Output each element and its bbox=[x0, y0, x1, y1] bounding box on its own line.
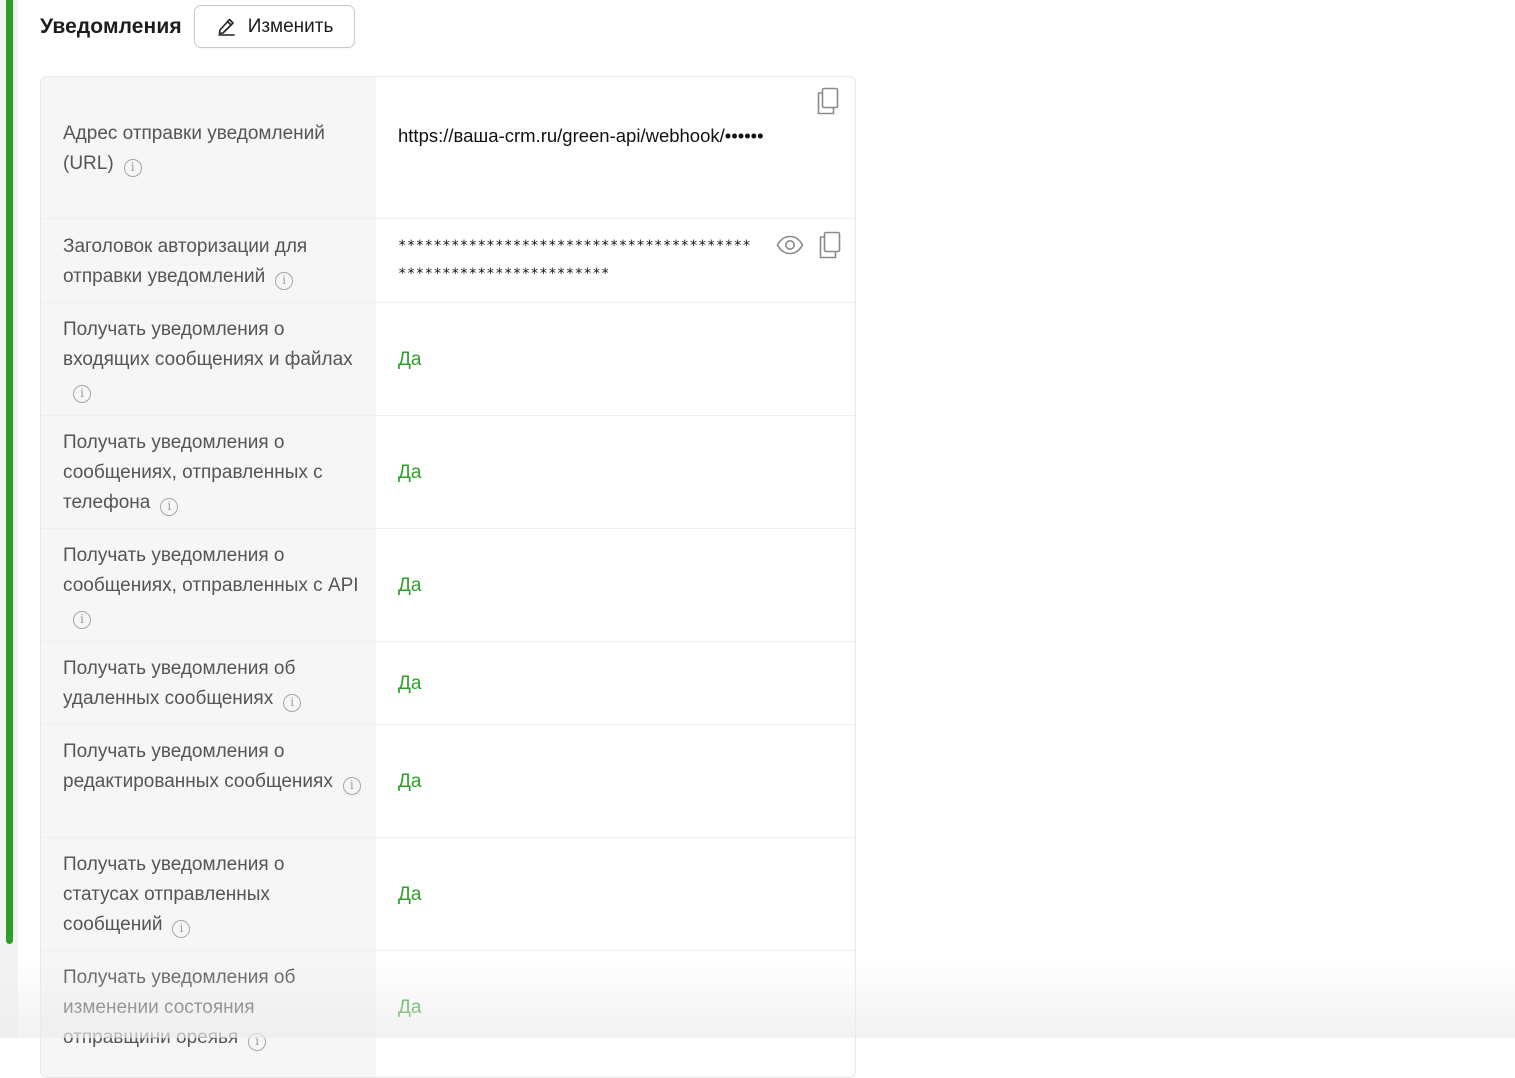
status-value: Да bbox=[398, 884, 422, 905]
section-header: Уведомления Изменить bbox=[40, 5, 356, 48]
info-icon[interactable]: i bbox=[275, 272, 294, 290]
pencil-icon bbox=[217, 17, 236, 36]
info-icon[interactable]: i bbox=[123, 159, 142, 177]
row-api-messages: Получать уведомления о сообщениях, отпра… bbox=[41, 529, 855, 642]
row-label: Получать уведомления об удаленных сообще… bbox=[63, 654, 363, 714]
settings-panel: Адрес отправки уведомлений (URL) i https:… bbox=[40, 76, 856, 1078]
row-actions bbox=[816, 87, 840, 120]
info-icon[interactable]: i bbox=[160, 498, 179, 516]
row-label: Получать уведомления о сообщениях, отпра… bbox=[63, 541, 363, 631]
row-label: Получать уведомления о статусах отправле… bbox=[63, 850, 363, 940]
copy-icon[interactable] bbox=[816, 87, 840, 120]
info-icon[interactable]: i bbox=[73, 385, 91, 403]
row-incoming-messages: Получать уведомления о входящих сообщени… bbox=[41, 303, 855, 416]
status-value: Да bbox=[398, 673, 422, 694]
section-title: Уведомления bbox=[40, 14, 182, 38]
row-deleted-messages: Получать уведомления об удаленных сообще… bbox=[41, 642, 855, 725]
row-label: Получать уведомления о сообщениях, отпра… bbox=[63, 428, 363, 518]
accent-bar bbox=[6, 0, 13, 944]
edit-button[interactable]: Изменить bbox=[193, 5, 356, 48]
status-value: Да bbox=[398, 349, 422, 370]
webhook-url-value: https://ваша-crm.ru/green-api/webhook/••… bbox=[398, 125, 764, 146]
row-label: Получать уведомления о редактированных с… bbox=[63, 737, 363, 797]
row-label: Получать уведомления об изменении состоя… bbox=[63, 963, 363, 1053]
eye-icon[interactable] bbox=[776, 235, 804, 260]
status-value: Да bbox=[398, 575, 422, 596]
row-sent-statuses: Получать уведомления о статусах отправле… bbox=[41, 838, 855, 951]
info-icon[interactable]: i bbox=[342, 777, 361, 795]
row-state-change: Получать уведомления об изменении состоя… bbox=[41, 951, 855, 1077]
info-icon[interactable]: i bbox=[73, 611, 91, 629]
row-edited-messages: Получать уведомления о редактированных с… bbox=[41, 725, 855, 838]
status-value: Да bbox=[398, 997, 422, 1018]
row-phone-messages: Получать уведомления о сообщениях, отпра… bbox=[41, 416, 855, 529]
row-actions bbox=[776, 231, 842, 264]
row-webhook-url: Адрес отправки уведомлений (URL) i https:… bbox=[41, 77, 855, 219]
copy-icon[interactable] bbox=[818, 231, 842, 264]
info-icon[interactable]: i bbox=[172, 920, 191, 938]
row-label: Получать уведомления о входящих сообщени… bbox=[63, 315, 363, 405]
auth-header-value: ****************************************… bbox=[398, 238, 752, 282]
info-icon[interactable]: i bbox=[248, 1033, 267, 1051]
edit-button-label: Изменить bbox=[247, 15, 334, 37]
row-label: Адрес отправки уведомлений (URL) i bbox=[63, 119, 363, 179]
row-label: Заголовок авторизации для отправки уведо… bbox=[63, 232, 363, 292]
status-value: Да bbox=[398, 462, 422, 483]
status-value: Да bbox=[398, 771, 422, 792]
info-icon[interactable]: i bbox=[283, 694, 302, 712]
row-auth-header: Заголовок авторизации для отправки уведо… bbox=[41, 219, 855, 303]
